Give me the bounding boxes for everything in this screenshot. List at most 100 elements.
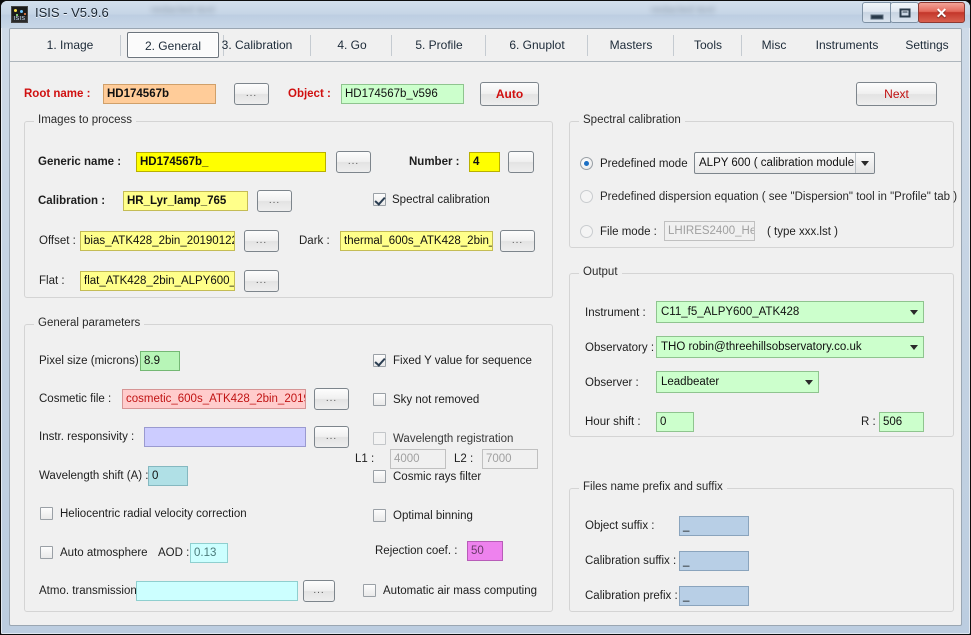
file-mode-label: File mode : [600,226,657,238]
atmo-transmission-input[interactable] [136,581,298,601]
offset-browse-button[interactable]: ... [244,230,279,252]
object-suffix-label: Object suffix : [585,520,655,532]
cosmetic-file-label: Cosmetic file : [39,393,112,405]
root-name-label: Root name : [24,88,91,100]
cosmic-rays-filter-label: Cosmic rays filter [393,471,482,483]
atmo-transmission-label: Atmo. transmission : [39,585,144,597]
instrument-label: Instrument : [585,307,646,319]
instrument-select[interactable]: C11_f5_ALPY600_ATK428 [656,301,924,323]
aod-input[interactable]: 0.13 [190,543,228,563]
rejection-coef-input[interactable]: 50 [467,541,503,561]
spectral-calibration-checkbox[interactable] [373,193,386,206]
dispersion-equation-radio[interactable] [580,190,593,203]
close-button[interactable]: ✕ [918,2,965,23]
heliocentric-correction-checkbox[interactable] [40,507,53,520]
tab-4-go[interactable]: 4. Go [316,32,388,58]
tab-separator [485,35,486,56]
calibration-input[interactable]: HR_Lyr_lamp_765 [123,191,248,211]
generic-name-browse-button[interactable]: ... [336,151,371,173]
pixel-size-input[interactable]: 8.9 [140,351,180,371]
minimize-button[interactable] [862,2,891,23]
chevron-down-icon[interactable] [905,302,923,322]
number-input[interactable]: 4 [469,152,500,172]
calibration-label: Calibration : [38,195,106,207]
generic-name-input[interactable]: HD174567b_ [136,152,326,172]
pixel-size-label: Pixel size (microns) : [39,355,146,367]
wavelength-shift-input[interactable]: 0 [148,466,188,486]
calibration-browse-button[interactable]: ... [257,190,292,212]
file-mode-input[interactable]: LHIRES2400_He_6680 [664,221,755,241]
instr-responsivity-input[interactable] [144,427,306,447]
observer-select[interactable]: Leadbeater [656,371,819,393]
calibration-suffix-input[interactable]: _ [679,551,749,571]
observatory-label: Observatory : [585,342,655,354]
predefined-mode-radio[interactable] [580,157,593,170]
instr-responsivity-browse-button[interactable]: ... [314,426,349,448]
dark-input[interactable]: thermal_600s_ATK428_2bin_ [340,231,493,251]
files-prefix-suffix-title: Files name prefix and suffix [579,481,727,493]
calibration-prefix-label: Calibration prefix : [585,590,678,602]
optimal-binning-checkbox[interactable] [373,509,386,522]
tab-3-calibration[interactable]: 3. Calibration [207,32,307,58]
r-input[interactable]: 506 [879,412,924,432]
predefined-mode-select[interactable]: ALPY 600 ( calibration module ) [694,152,875,174]
sky-not-removed-checkbox[interactable] [373,393,386,406]
l2-input[interactable]: 7000 [482,449,538,469]
maximize-button[interactable] [890,2,919,23]
atmo-transmission-browse-button[interactable]: ... [303,580,335,602]
l1-input[interactable]: 4000 [390,449,446,469]
output-title: Output [579,266,622,278]
tab-settings[interactable]: Settings [892,32,961,58]
tab-5-profile[interactable]: 5. Profile [396,32,482,58]
optimal-binning-label: Optimal binning [393,510,473,522]
tab-instruments[interactable]: Instruments [802,32,892,58]
object-suffix-input[interactable]: _ [679,516,749,536]
chevron-down-icon[interactable] [855,153,874,173]
dark-browse-button[interactable]: ... [500,230,535,252]
root-name-browse-button[interactable]: ... [234,83,269,105]
tab-tools[interactable]: Tools [677,32,739,58]
general-parameters-title: General parameters [34,317,145,329]
root-name-input[interactable]: HD174567b [103,84,216,104]
hour-shift-label: Hour shift : [585,416,641,428]
auto-button[interactable]: Auto [480,82,539,106]
tab-misc[interactable]: Misc [746,32,802,58]
observatory-select[interactable]: THO robin@threehillsobservatory.co.uk [656,336,924,358]
wavelength-registration-checkbox[interactable] [373,432,386,445]
generic-name-label: Generic name : [38,156,122,168]
tab-2-general[interactable]: 2. General [127,32,219,58]
chevron-down-icon[interactable] [905,337,923,357]
flat-browse-button[interactable]: ... [244,270,279,292]
spectral-calibration-label: Spectral calibration [392,194,490,206]
number-label: Number : [409,156,460,168]
cosmetic-file-browse-button[interactable]: ... [314,388,349,410]
heliocentric-correction-label: Heliocentric radial velocity correction [60,508,247,520]
file-mode-radio[interactable] [580,225,593,238]
flat-label: Flat : [39,275,65,287]
calibration-suffix-label: Calibration suffix : [585,555,677,567]
fixed-y-value-checkbox[interactable] [373,354,386,367]
rejection-coef-label: Rejection coef. : [375,545,458,557]
images-to-process-title: Images to process [34,114,136,126]
tab-strip: 1. Image 2. General 3. Calibration 4. Go… [10,29,961,62]
isis-app-icon: ISIS [11,6,28,23]
number-stepper-button[interactable] [508,151,534,173]
cosmic-rays-filter-checkbox[interactable] [373,470,386,483]
tab-masters[interactable]: Masters [592,32,670,58]
tab-6-gnuplot[interactable]: 6. Gnuplot [490,32,584,58]
auto-atmosphere-checkbox[interactable] [40,546,53,559]
minimize-icon [870,14,883,19]
maximize-icon [899,8,910,17]
observatory-value: THO robin@threehillsobservatory.co.uk [661,341,862,353]
auto-air-mass-checkbox[interactable] [363,584,376,597]
hour-shift-input[interactable]: 0 [656,412,694,432]
object-input[interactable]: HD174567b_v596 [341,84,464,104]
cosmetic-file-input[interactable]: cosmetic_600s_ATK428_2bin_20190 [122,389,306,409]
next-button[interactable]: Next [856,82,937,106]
offset-input[interactable]: bias_ATK428_2bin_20190122 [80,231,235,251]
l2-label: L2 : [454,453,474,465]
flat-input[interactable]: flat_ATK428_2bin_ALPY600_201 [80,271,235,291]
chevron-down-icon[interactable] [800,372,818,392]
calibration-prefix-input[interactable]: _ [679,586,749,606]
tab-1-image[interactable]: 1. Image [24,32,116,58]
